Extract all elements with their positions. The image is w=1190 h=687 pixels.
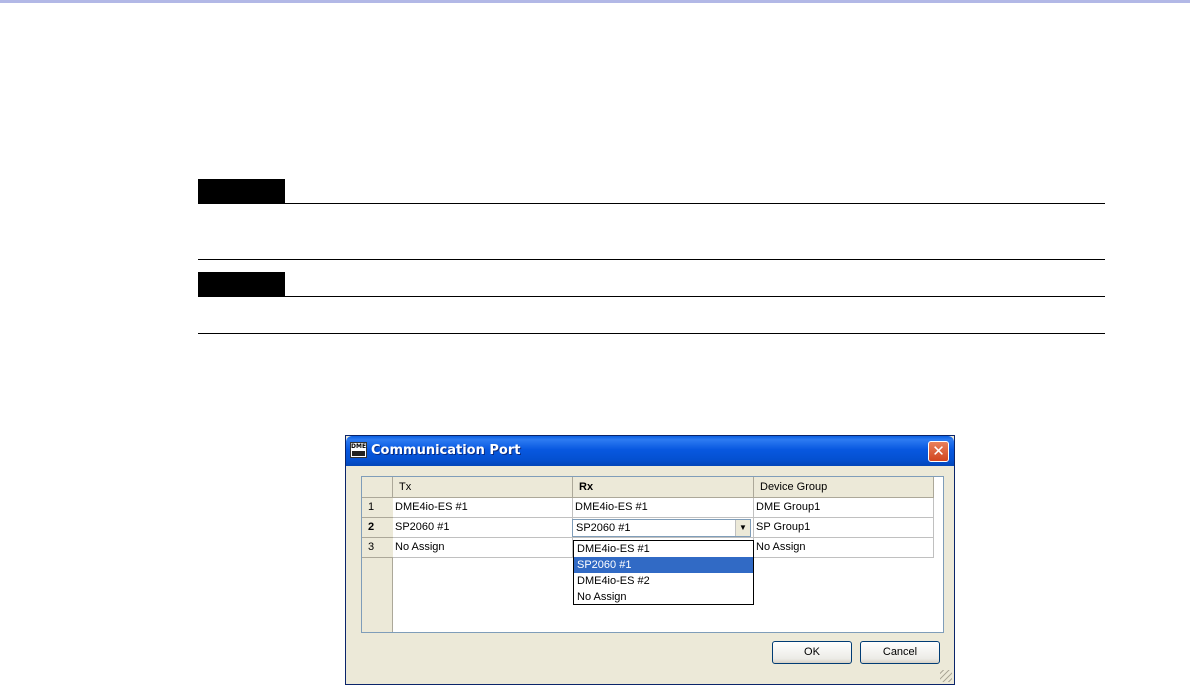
- divider-2: [198, 259, 1105, 260]
- rx-select-value: SP2060 #1: [576, 522, 631, 534]
- dropdown-option-selected[interactable]: SP2060 #1: [574, 557, 753, 573]
- close-icon[interactable]: ✕: [928, 441, 949, 462]
- communication-port-dialog: DME Communication Port ✕ Tx Rx Device Gr…: [345, 435, 955, 685]
- dialog-title: Communication Port: [371, 443, 521, 458]
- tx-cell[interactable]: No Assign: [393, 538, 573, 558]
- row-number[interactable]: 2: [362, 518, 393, 538]
- cancel-button[interactable]: Cancel: [860, 641, 940, 664]
- dropdown-option[interactable]: DME4io-ES #1: [574, 541, 753, 557]
- app-icon-label: DME: [351, 443, 367, 450]
- device-group-cell[interactable]: No Assign: [754, 538, 934, 558]
- chevron-down-icon[interactable]: ▼: [735, 520, 750, 536]
- note-tab-1: [198, 179, 285, 203]
- row-number[interactable]: 3: [362, 538, 393, 558]
- tx-cell[interactable]: DME4io-ES #1: [393, 498, 573, 518]
- device-group-cell[interactable]: SP Group1: [754, 518, 934, 538]
- divider-4: [198, 333, 1105, 334]
- rx-dropdown-list: DME4io-ES #1 SP2060 #1 DME4io-ES #2 No A…: [573, 540, 754, 605]
- column-header-tx[interactable]: Tx: [393, 477, 573, 498]
- dropdown-option[interactable]: No Assign: [574, 589, 753, 605]
- ok-button[interactable]: OK: [772, 641, 852, 664]
- ok-button-label: OK: [804, 646, 820, 658]
- note-tab-2: [198, 272, 285, 296]
- title-bar[interactable]: DME Communication Port ✕: [346, 436, 954, 466]
- top-rule: [0, 0, 1190, 3]
- row-number[interactable]: 1: [362, 498, 393, 518]
- rx-select[interactable]: SP2060 #1 ▼: [572, 519, 751, 537]
- tx-cell[interactable]: SP2060 #1: [393, 518, 573, 538]
- dropdown-option[interactable]: DME4io-ES #2: [574, 573, 753, 589]
- column-header-rx[interactable]: Rx: [573, 477, 754, 498]
- divider-3: [198, 296, 1105, 297]
- cancel-button-label: Cancel: [882, 646, 918, 658]
- rx-cell[interactable]: DME4io-ES #1: [573, 498, 754, 518]
- app-icon: DME: [350, 442, 367, 458]
- device-group-cell[interactable]: DME Group1: [754, 498, 934, 518]
- column-header-rownum: [362, 477, 393, 498]
- resize-grip-icon[interactable]: [940, 670, 952, 682]
- column-header-device-group[interactable]: Device Group: [754, 477, 934, 498]
- divider-1: [198, 203, 1105, 204]
